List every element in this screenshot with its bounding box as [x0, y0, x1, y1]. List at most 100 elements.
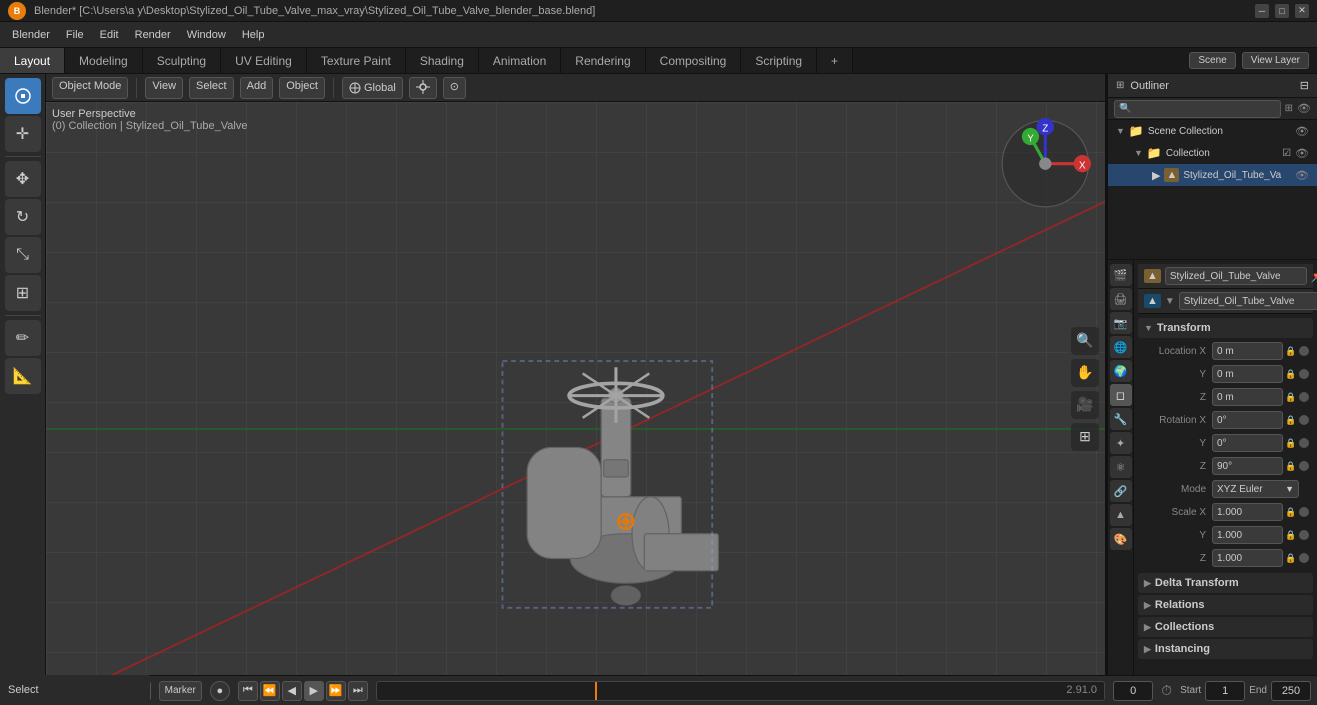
tab-scripting[interactable]: Scripting	[741, 48, 817, 73]
add-workspace-button[interactable]: +	[817, 48, 853, 73]
outliner-eye-icon[interactable]: 👁	[1297, 102, 1311, 115]
measure-tool-button[interactable]: 📐	[5, 358, 41, 394]
record-button[interactable]: ●	[210, 681, 230, 701]
rotation-mode-value[interactable]: XYZ Euler ▼	[1212, 480, 1299, 498]
tab-sculpting[interactable]: Sculpting	[143, 48, 221, 73]
right-panel-divider[interactable]	[1105, 74, 1108, 675]
data-props-icon[interactable]: ▲	[1110, 504, 1132, 526]
object-visibility[interactable]: 👁	[1295, 169, 1309, 182]
transform-tool-button[interactable]: ⊞	[5, 275, 41, 311]
location-y-keyframe[interactable]	[1299, 369, 1309, 379]
scale-tool-button[interactable]: ⤡	[5, 237, 41, 273]
collection-visibility[interactable]: 👁	[1295, 147, 1309, 160]
transform-section-header[interactable]: ▼ Transform	[1138, 318, 1313, 338]
outliner-collection[interactable]: ▼ 📁 Collection ☑ 👁	[1108, 142, 1317, 164]
scale-z-value[interactable]: 1.000	[1212, 549, 1283, 567]
location-x-keyframe[interactable]	[1299, 346, 1309, 356]
rotation-x-lock[interactable]: 🔒	[1283, 415, 1299, 426]
rotation-x-value[interactable]: 0°	[1212, 411, 1283, 429]
play-button[interactable]: ▶	[304, 681, 324, 701]
material-props-icon[interactable]: 🎨	[1110, 528, 1132, 550]
rotation-y-value[interactable]: 0°	[1212, 434, 1283, 452]
mesh-dropdown-icon[interactable]: ▼	[1165, 296, 1175, 307]
viewport-camera-button[interactable]: 🎥	[1071, 391, 1099, 419]
current-frame-display[interactable]: 0	[1113, 681, 1153, 701]
scale-y-keyframe[interactable]	[1299, 530, 1309, 540]
rotation-z-keyframe[interactable]	[1299, 461, 1309, 471]
menu-blender[interactable]: Blender	[4, 27, 58, 43]
maximize-button[interactable]: □	[1275, 4, 1289, 18]
scale-y-value[interactable]: 1.000	[1212, 526, 1283, 544]
view-layer-props-icon[interactable]: 📷	[1110, 312, 1132, 334]
object-props-icon[interactable]: ◻	[1110, 384, 1132, 406]
location-z-lock[interactable]: 🔒	[1283, 392, 1299, 403]
collections-header[interactable]: ▶ Collections	[1138, 617, 1313, 637]
transform-orientation-button[interactable]: Global	[342, 77, 403, 99]
rotation-y-lock[interactable]: 🔒	[1283, 438, 1299, 449]
menu-edit[interactable]: Edit	[92, 27, 127, 43]
mode-selector[interactable]: Object Mode	[52, 77, 128, 99]
add-menu-button[interactable]: Add	[240, 77, 274, 99]
tab-shading[interactable]: Shading	[406, 48, 479, 73]
delta-transform-header[interactable]: ▶ Delta Transform	[1138, 573, 1313, 593]
tab-animation[interactable]: Animation	[479, 48, 561, 73]
select-tool-button[interactable]	[5, 78, 41, 114]
location-z-value[interactable]: 0 m	[1212, 388, 1283, 406]
particles-props-icon[interactable]: ✦	[1110, 432, 1132, 454]
menu-render[interactable]: Render	[127, 27, 179, 43]
viewport-grid-button[interactable]: ⊞	[1071, 423, 1099, 451]
constraints-props-icon[interactable]: 🔗	[1110, 480, 1132, 502]
outliner-object-item[interactable]: ▶ ▲ Stylized_Oil_Tube_Va 👁	[1108, 164, 1317, 186]
select-menu-button[interactable]: Select	[189, 77, 234, 99]
outliner-filter-icon[interactable]: ⊟	[1300, 79, 1309, 92]
tab-modeling[interactable]: Modeling	[65, 48, 143, 73]
instancing-header[interactable]: ▶ Instancing	[1138, 639, 1313, 659]
world-props-icon[interactable]: 🌍	[1110, 360, 1132, 382]
scale-x-value[interactable]: 1.000	[1212, 503, 1283, 521]
tab-uv-editing[interactable]: UV Editing	[221, 48, 307, 73]
step-back-button[interactable]: ⏪	[260, 681, 280, 701]
viewport-3d[interactable]: X Y Z User Perspective (0) Collection | …	[46, 102, 1107, 675]
minimize-button[interactable]: ─	[1255, 4, 1269, 18]
scene-selector[interactable]: Scene	[1189, 52, 1235, 69]
location-x-lock[interactable]: 🔒	[1283, 346, 1299, 357]
outliner-search-input[interactable]	[1114, 100, 1281, 118]
relations-header[interactable]: ▶ Relations	[1138, 595, 1313, 615]
rotation-x-keyframe[interactable]	[1299, 415, 1309, 425]
tab-compositing[interactable]: Compositing	[646, 48, 742, 73]
scene-collection-visibility[interactable]: 👁	[1295, 125, 1309, 138]
outliner-scene-collection[interactable]: ▼ 📁 Scene Collection 👁	[1108, 120, 1317, 142]
object-menu-button[interactable]: Object	[279, 77, 325, 99]
snap-button[interactable]	[409, 77, 437, 99]
viewport-grab-button[interactable]: ✋	[1071, 359, 1099, 387]
render-props-icon[interactable]: 🎬	[1110, 264, 1132, 286]
tab-layout[interactable]: Layout	[0, 48, 65, 73]
tab-texture-paint[interactable]: Texture Paint	[307, 48, 406, 73]
collection-checkbox[interactable]: ☑	[1282, 148, 1291, 159]
step-forward-button[interactable]: ⏩	[326, 681, 346, 701]
location-x-value[interactable]: 0 m	[1212, 342, 1283, 360]
play-back-button[interactable]: ◀	[282, 681, 302, 701]
marker-menu-button[interactable]: Marker	[159, 681, 202, 701]
menu-help[interactable]: Help	[234, 27, 273, 43]
scale-z-lock[interactable]: 🔒	[1283, 553, 1299, 564]
annotate-tool-button[interactable]: ✏	[5, 320, 41, 356]
scene-props-icon[interactable]: 🌐	[1110, 336, 1132, 358]
scale-y-lock[interactable]: 🔒	[1283, 530, 1299, 541]
view-layer-selector[interactable]: View Layer	[1242, 52, 1309, 69]
move-tool-button[interactable]: ✥	[5, 161, 41, 197]
rotation-z-value[interactable]: 90°	[1212, 457, 1283, 475]
location-z-keyframe[interactable]	[1299, 392, 1309, 402]
object-name-field[interactable]	[1165, 267, 1307, 285]
rotate-tool-button[interactable]: ↻	[5, 199, 41, 235]
tab-rendering[interactable]: Rendering	[561, 48, 645, 73]
rotation-z-lock[interactable]: 🔒	[1283, 461, 1299, 472]
jump-start-button[interactable]: ⏮	[238, 681, 258, 701]
view-menu-button[interactable]: View	[145, 77, 183, 99]
cursor-tool-button[interactable]: ✛	[5, 116, 41, 152]
start-frame-display[interactable]: 1	[1205, 681, 1245, 701]
output-props-icon[interactable]: 🖨	[1110, 288, 1132, 310]
scale-x-lock[interactable]: 🔒	[1283, 507, 1299, 518]
timeline-track[interactable]	[376, 681, 1105, 701]
close-button[interactable]: ✕	[1295, 4, 1309, 18]
